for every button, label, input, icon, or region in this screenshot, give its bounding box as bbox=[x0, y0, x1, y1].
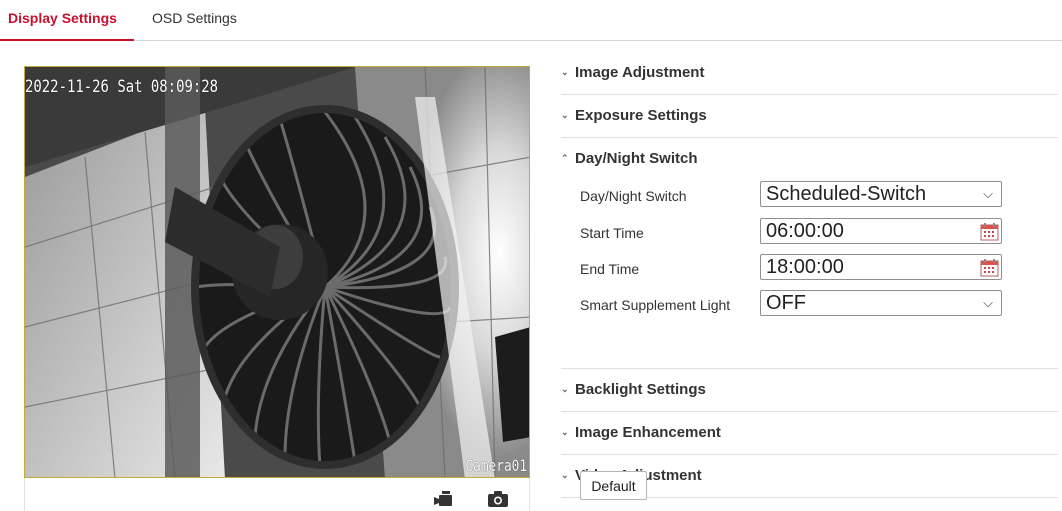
section-image-enhancement: ⌄ Image Enhancement bbox=[561, 412, 1058, 455]
section-exposure-settings: ⌄ Exposure Settings bbox=[561, 95, 1058, 138]
section-header-image-adjustment[interactable]: ⌄ Image Adjustment bbox=[561, 64, 704, 81]
camera-feed-image bbox=[25, 67, 529, 477]
chevron-down-icon: ⌵ bbox=[983, 295, 993, 310]
calendar-icon[interactable] bbox=[980, 222, 999, 241]
end-time-value: 18:00:00 bbox=[766, 256, 844, 278]
section-header-image-enhancement[interactable]: ⌄ Image Enhancement bbox=[561, 424, 721, 441]
row-end-time: End Time 18:00:00 bbox=[580, 254, 1050, 280]
chevron-down-icon: ⌄ bbox=[561, 470, 569, 480]
section-title: Day/Night Switch bbox=[575, 150, 698, 167]
start-time-input[interactable]: 06:00:00 bbox=[760, 218, 1002, 244]
day-night-switch-select[interactable]: Scheduled-Switch ⌵ bbox=[760, 181, 1002, 207]
chevron-down-icon: ⌄ bbox=[561, 384, 569, 394]
row-day-night-switch: Day/Night Switch Scheduled-Switch ⌵ bbox=[580, 181, 1050, 207]
section-header-backlight-settings[interactable]: ⌄ Backlight Settings bbox=[561, 381, 706, 398]
tab-osd-settings[interactable]: OSD Settings bbox=[152, 0, 237, 41]
section-image-adjustment: ⌄ Image Adjustment bbox=[561, 52, 1058, 95]
section-title: Backlight Settings bbox=[575, 381, 706, 398]
video-preview[interactable]: 2022-11-26 Sat 08:09:28 Camera01 bbox=[24, 66, 530, 478]
chevron-up-icon: ⌃ bbox=[561, 153, 569, 163]
smart-supplement-light-label: Smart Supplement Light bbox=[580, 297, 731, 313]
section-title: Image Adjustment bbox=[575, 64, 705, 81]
day-night-switch-value: Scheduled-Switch bbox=[766, 183, 927, 205]
chevron-down-icon: ⌄ bbox=[561, 110, 569, 120]
chevron-down-icon: ⌄ bbox=[561, 67, 569, 77]
tab-display-settings[interactable]: Display Settings bbox=[0, 0, 134, 41]
calendar-icon[interactable] bbox=[980, 258, 999, 277]
section-title: Exposure Settings bbox=[575, 107, 707, 124]
section-header-exposure-settings[interactable]: ⌄ Exposure Settings bbox=[561, 107, 707, 124]
section-title: Image Enhancement bbox=[575, 424, 721, 441]
smart-supplement-light-value: OFF bbox=[766, 292, 806, 314]
end-time-input[interactable]: 18:00:00 bbox=[760, 254, 1002, 280]
start-time-value: 06:00:00 bbox=[766, 220, 844, 242]
chevron-down-icon: ⌵ bbox=[983, 186, 993, 201]
osd-timestamp: 2022-11-26 Sat 08:09:28 bbox=[25, 77, 219, 97]
osd-camera-name: Camera01 bbox=[465, 456, 527, 475]
day-night-switch-label: Day/Night Switch bbox=[580, 188, 687, 204]
end-time-label: End Time bbox=[580, 261, 640, 277]
video-camera-icon[interactable] bbox=[434, 490, 456, 508]
default-button[interactable]: Default bbox=[580, 471, 647, 500]
section-header-day-night-switch[interactable]: ⌃ Day/Night Switch bbox=[561, 150, 698, 167]
row-start-time: Start Time 06:00:00 bbox=[580, 218, 1050, 244]
video-toolbar bbox=[24, 478, 530, 511]
row-smart-supplement-light: Smart Supplement Light OFF ⌵ bbox=[580, 290, 1050, 316]
smart-supplement-light-select[interactable]: OFF ⌵ bbox=[760, 290, 1002, 316]
section-backlight-settings: ⌄ Backlight Settings bbox=[561, 369, 1058, 412]
start-time-label: Start Time bbox=[580, 225, 644, 241]
chevron-down-icon: ⌄ bbox=[561, 427, 569, 437]
tab-bar: Display Settings OSD Settings bbox=[0, 0, 1062, 41]
camera-icon[interactable] bbox=[487, 490, 509, 508]
